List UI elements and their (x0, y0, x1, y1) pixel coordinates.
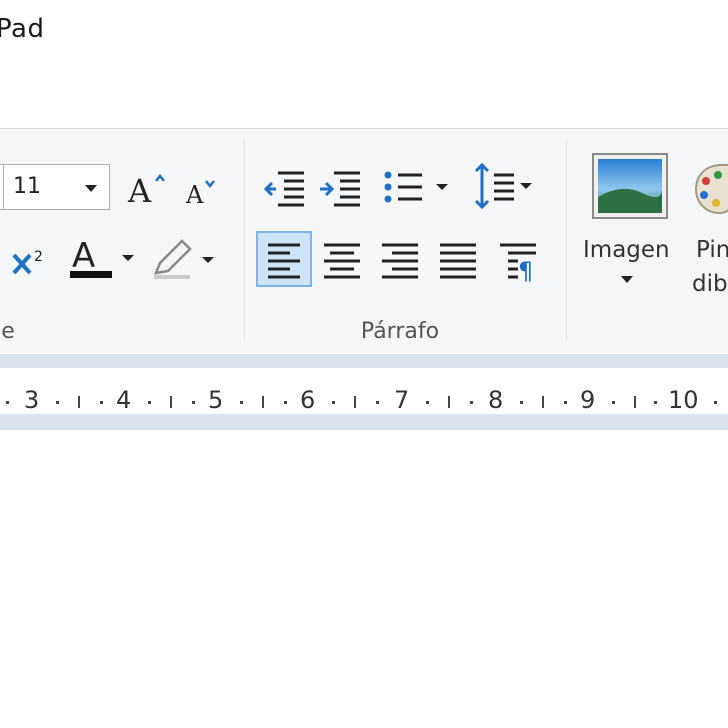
ruler-number: 8 (488, 386, 504, 414)
paragraph-settings-button[interactable]: ¶ (496, 233, 544, 285)
ruler-number: 10 (668, 386, 699, 414)
ruler-dot (240, 401, 243, 404)
ruler-tick (634, 396, 636, 408)
svg-text:2: 2 (34, 249, 43, 265)
ruler-dot (148, 401, 151, 404)
ruler-dot (100, 401, 103, 404)
ruler-number: 9 (580, 386, 596, 414)
insert-image-label: Imagen (583, 237, 670, 263)
ruler-tick (448, 396, 450, 408)
ruler-tick (170, 396, 172, 408)
ruler-dot (332, 401, 335, 404)
shrink-font-button[interactable]: A (184, 173, 220, 209)
svg-text:A: A (127, 172, 152, 209)
ruler[interactable]: 3 4 5 6 7 8 9 10 (0, 354, 728, 430)
decrease-indent-icon (263, 171, 304, 207)
increase-indent-button[interactable] (318, 165, 364, 209)
superscript-icon: 2 (12, 249, 43, 275)
svg-text:¶: ¶ (518, 257, 533, 285)
paint-drawing-button[interactable] (692, 159, 728, 219)
line-spacing-icon (474, 162, 532, 210)
ruler-number: 5 (208, 386, 224, 414)
ruler-tick (78, 396, 80, 408)
ruler-dot (612, 401, 615, 404)
svg-text:A: A (72, 236, 95, 276)
ruler-dot (426, 401, 429, 404)
picture-icon (592, 153, 668, 219)
ruler-dot (654, 401, 657, 404)
palette-icon (694, 164, 728, 215)
bullet-list-icon (384, 171, 448, 203)
group-separator (566, 139, 567, 339)
ruler-dot (470, 401, 473, 404)
font-size-value: 11 (13, 174, 41, 199)
ruler-dot (56, 401, 59, 404)
chevron-down-icon (85, 185, 97, 192)
align-center-icon (324, 243, 360, 279)
align-right-icon (382, 243, 418, 279)
ruler-dot (520, 401, 523, 404)
line-spacing-button[interactable] (472, 161, 540, 211)
chevron-down-icon[interactable] (620, 275, 634, 285)
group-separator (244, 139, 245, 339)
ruler-dot (284, 401, 287, 404)
align-center-button[interactable] (320, 233, 364, 285)
ribbon: 11 A A 2 A e ¶ Párrafo Imagen Pin dib (0, 128, 728, 354)
font-color-icon: A (70, 236, 134, 278)
font-color-button[interactable]: A (68, 233, 140, 283)
ruler-dot (564, 401, 567, 404)
highlight-color-button[interactable] (150, 235, 222, 283)
justify-button[interactable] (436, 233, 480, 285)
ruler-tick (354, 396, 356, 408)
font-name-divider (3, 165, 4, 209)
paint-drawing-label-line2: dib (692, 271, 728, 297)
ruler-dot (714, 401, 717, 404)
svg-text:A: A (185, 181, 204, 209)
paragraph-icon: ¶ (500, 243, 536, 285)
highlighter-icon (154, 239, 214, 279)
window-title: Pad (0, 14, 45, 44)
ruler-dot (6, 401, 9, 404)
increase-indent-icon (320, 171, 360, 207)
grow-font-icon: A (127, 172, 165, 209)
shrink-font-icon: A (185, 180, 215, 209)
superscript-button[interactable]: 2 (10, 241, 50, 281)
font-group-label: e (1, 319, 15, 344)
title-bar: Pad (0, 0, 728, 128)
ruler-number: 6 (300, 386, 316, 414)
paint-drawing-label-line1: Pin (696, 237, 728, 263)
decrease-indent-button[interactable] (262, 165, 308, 209)
bullet-list-button[interactable] (380, 165, 456, 209)
ruler-number: 3 (24, 386, 40, 414)
ruler-track: 3 4 5 6 7 8 9 10 (0, 368, 728, 414)
ruler-dot (192, 401, 195, 404)
ruler-number: 7 (394, 386, 410, 414)
document-area[interactable] (0, 430, 728, 728)
font-size-dropdown[interactable]: 11 (0, 164, 110, 210)
align-left-icon (268, 243, 300, 279)
align-left-button[interactable] (256, 231, 312, 287)
ruler-number: 4 (116, 386, 132, 414)
grow-font-button[interactable]: A (126, 169, 166, 209)
align-right-button[interactable] (378, 233, 422, 285)
paragraph-group-label: Párrafo (360, 319, 440, 344)
insert-image-button[interactable] (592, 153, 668, 219)
ruler-tick (262, 396, 264, 408)
ruler-dot (376, 401, 379, 404)
justify-icon (440, 243, 476, 279)
ruler-tick (542, 396, 544, 408)
